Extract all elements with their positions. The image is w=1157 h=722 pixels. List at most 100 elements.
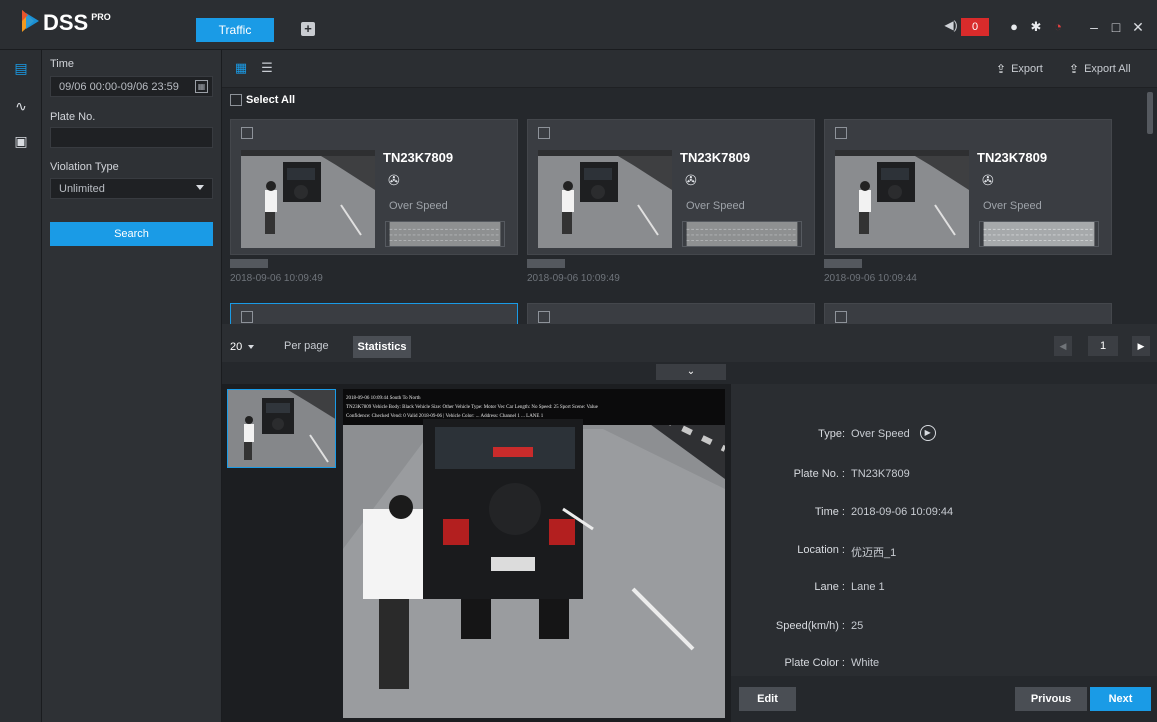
play-icon[interactable]: ▶ bbox=[919, 425, 936, 441]
record-time: 2018-09-06 10:09:49 bbox=[527, 273, 620, 284]
per-page-select[interactable]: 20 bbox=[226, 337, 260, 357]
alarm-count-badge[interactable]: 0 bbox=[961, 18, 989, 36]
minimize-icon[interactable]: – bbox=[1083, 18, 1105, 36]
grid-scrollbar[interactable] bbox=[1147, 92, 1153, 134]
plate-color-label: Plate Color bbox=[784, 657, 839, 669]
violation-type-select[interactable]: Unlimited bbox=[50, 178, 213, 199]
record-card[interactable] bbox=[527, 303, 815, 324]
record-checkbox[interactable] bbox=[538, 311, 550, 323]
info-location: Location : 优迈西_1 bbox=[797, 544, 897, 559]
user-icon[interactable]: ● bbox=[1003, 18, 1025, 36]
record-checkbox[interactable] bbox=[241, 311, 253, 323]
film-reel-icon[interactable]: ✇ bbox=[388, 172, 400, 189]
record-thumbnail[interactable] bbox=[538, 150, 672, 248]
time-label-detail: Time bbox=[814, 506, 839, 518]
plate-input[interactable] bbox=[50, 127, 213, 148]
record-card[interactable] bbox=[824, 303, 1112, 324]
pager-bar: 20 Per page Statistics ◀ 1 ▶ ⌄ bbox=[222, 324, 1157, 380]
plate-image bbox=[385, 221, 505, 247]
title-bar: DSS PRO Traffic + ◀) 0 ● ✱ ◔ – □ ✕ bbox=[0, 0, 1157, 50]
add-tab-icon[interactable]: + bbox=[301, 22, 315, 36]
gear-icon[interactable]: ✱ bbox=[1025, 18, 1047, 36]
timestamp-marker bbox=[824, 259, 862, 268]
export-label: Export bbox=[1011, 63, 1043, 75]
filter-panel: Time 09/06 00:00-09/06 23:59 ▦ Plate No.… bbox=[42, 50, 222, 722]
brand-name: DSS bbox=[43, 10, 89, 35]
location-value: 优迈西_1 bbox=[851, 547, 897, 559]
detail-thumbnail[interactable] bbox=[227, 389, 336, 468]
select-all-label: Select All bbox=[246, 94, 296, 106]
info-plate-color: Plate Color : White bbox=[784, 657, 880, 669]
time-range-value: 09/06 00:00-09/06 23:59 bbox=[59, 80, 179, 93]
left-rail: ▤ ∿ ▣ bbox=[0, 50, 42, 722]
logo-mark-icon bbox=[22, 10, 39, 32]
scene-image: 2018-09-06 10:09:44 South To North TN23K… bbox=[343, 389, 725, 718]
type-value: Over Speed bbox=[851, 428, 910, 440]
maximize-icon[interactable]: □ bbox=[1105, 18, 1127, 36]
edit-button[interactable]: Edit bbox=[739, 687, 796, 711]
previous-button[interactable]: Privous bbox=[1015, 687, 1087, 711]
next-page-icon[interactable]: ▶ bbox=[1132, 336, 1150, 356]
record-grid: Select All TN23K7809 ✇ Over Speed 2018-0… bbox=[222, 88, 1157, 324]
violation-type-value: Unlimited bbox=[59, 182, 105, 195]
gauge-icon[interactable]: ◔ bbox=[1047, 18, 1069, 36]
record-thumbnail[interactable] bbox=[835, 150, 969, 248]
collapse-panel-button[interactable]: ⌄ bbox=[656, 364, 726, 380]
info-plate: Plate No. : TN23K7809 bbox=[793, 468, 910, 480]
page-number[interactable]: 1 bbox=[1088, 336, 1118, 356]
grid-view-icon[interactable]: ▦ bbox=[234, 61, 248, 75]
time-value: 2018-09-06 10:09:44 bbox=[851, 506, 954, 518]
record-checkbox[interactable] bbox=[835, 127, 847, 139]
export-all-button[interactable]: ⇪ Export All bbox=[1069, 62, 1131, 76]
report-icon[interactable]: ▣ bbox=[12, 132, 30, 150]
chevron-down-icon bbox=[248, 345, 255, 349]
record-violation: Over Speed bbox=[389, 200, 448, 212]
export-button[interactable]: ⇪ Export bbox=[996, 62, 1043, 76]
waveform-icon[interactable]: ∿ bbox=[12, 97, 30, 115]
tab-traffic[interactable]: Traffic bbox=[196, 18, 274, 42]
record-checkbox[interactable] bbox=[241, 127, 253, 139]
type-label: Type: bbox=[818, 428, 845, 440]
app-window: DSS PRO Traffic + ◀) 0 ● ✱ ◔ – □ ✕ ▤ ∿ ▣… bbox=[0, 0, 1157, 722]
violation-type-label: Violation Type bbox=[50, 161, 119, 173]
film-reel-icon[interactable]: ✇ bbox=[685, 172, 697, 189]
select-all-checkbox[interactable]: Select All bbox=[230, 94, 295, 106]
record-card[interactable] bbox=[230, 303, 518, 324]
prev-page-icon[interactable]: ◀ bbox=[1054, 336, 1072, 356]
vehicle-records-icon[interactable]: ▤ bbox=[12, 59, 30, 77]
search-button[interactable]: Search bbox=[50, 222, 213, 246]
brand-sup: PRO bbox=[91, 12, 111, 22]
record-card[interactable]: TN23K7809 ✇ Over Speed bbox=[527, 119, 815, 255]
time-label: Time bbox=[50, 58, 75, 70]
detail-image[interactable]: 2018-09-06 10:09:44 South To North TN23K… bbox=[343, 389, 725, 718]
record-checkbox[interactable] bbox=[835, 311, 847, 323]
overlay-line-2: TN23K7809 Vehicle Body: Black Vehicle Si… bbox=[346, 405, 599, 410]
film-reel-icon[interactable]: ✇ bbox=[982, 172, 994, 189]
plate-color-value: White bbox=[851, 657, 880, 669]
plate-no-label: Plate No. bbox=[793, 468, 839, 480]
calendar-icon[interactable]: ▦ bbox=[195, 80, 208, 93]
record-card[interactable]: TN23K7809 ✇ Over Speed bbox=[230, 119, 518, 255]
statistics-button[interactable]: Statistics bbox=[353, 336, 411, 358]
record-plate: TN23K7809 bbox=[977, 150, 1048, 165]
detail-actions: Edit Privous Next bbox=[731, 676, 1157, 722]
overlay-line-3: Confidence: Checked Vend: 0 Valid 2018-0… bbox=[346, 414, 544, 419]
record-card[interactable]: TN23K7809 ✇ Over Speed bbox=[824, 119, 1112, 255]
record-time: 2018-09-06 10:09:44 bbox=[824, 273, 917, 284]
lane-label: Lane bbox=[814, 581, 839, 593]
checkbox[interactable] bbox=[230, 94, 242, 106]
info-time: Time : 2018-09-06 10:09:44 bbox=[814, 506, 954, 518]
record-plate: TN23K7809 bbox=[383, 150, 454, 165]
close-icon[interactable]: ✕ bbox=[1127, 18, 1149, 36]
info-speed: Speed(km/h) : 25 bbox=[775, 620, 864, 632]
record-thumbnail[interactable] bbox=[241, 150, 375, 248]
plate-image bbox=[682, 221, 802, 247]
results-toolbar: ▦ ☰ ⇪ Export ⇪ Export All bbox=[222, 50, 1157, 88]
export-all-icon: ⇪ bbox=[1069, 62, 1080, 76]
speaker-icon[interactable]: ◀) bbox=[941, 18, 961, 36]
next-button[interactable]: Next bbox=[1090, 687, 1151, 711]
record-checkbox[interactable] bbox=[538, 127, 550, 139]
speed-value: 25 bbox=[851, 620, 864, 632]
list-view-icon[interactable]: ☰ bbox=[260, 61, 274, 75]
time-range-input[interactable]: 09/06 00:00-09/06 23:59 ▦ bbox=[50, 76, 213, 97]
